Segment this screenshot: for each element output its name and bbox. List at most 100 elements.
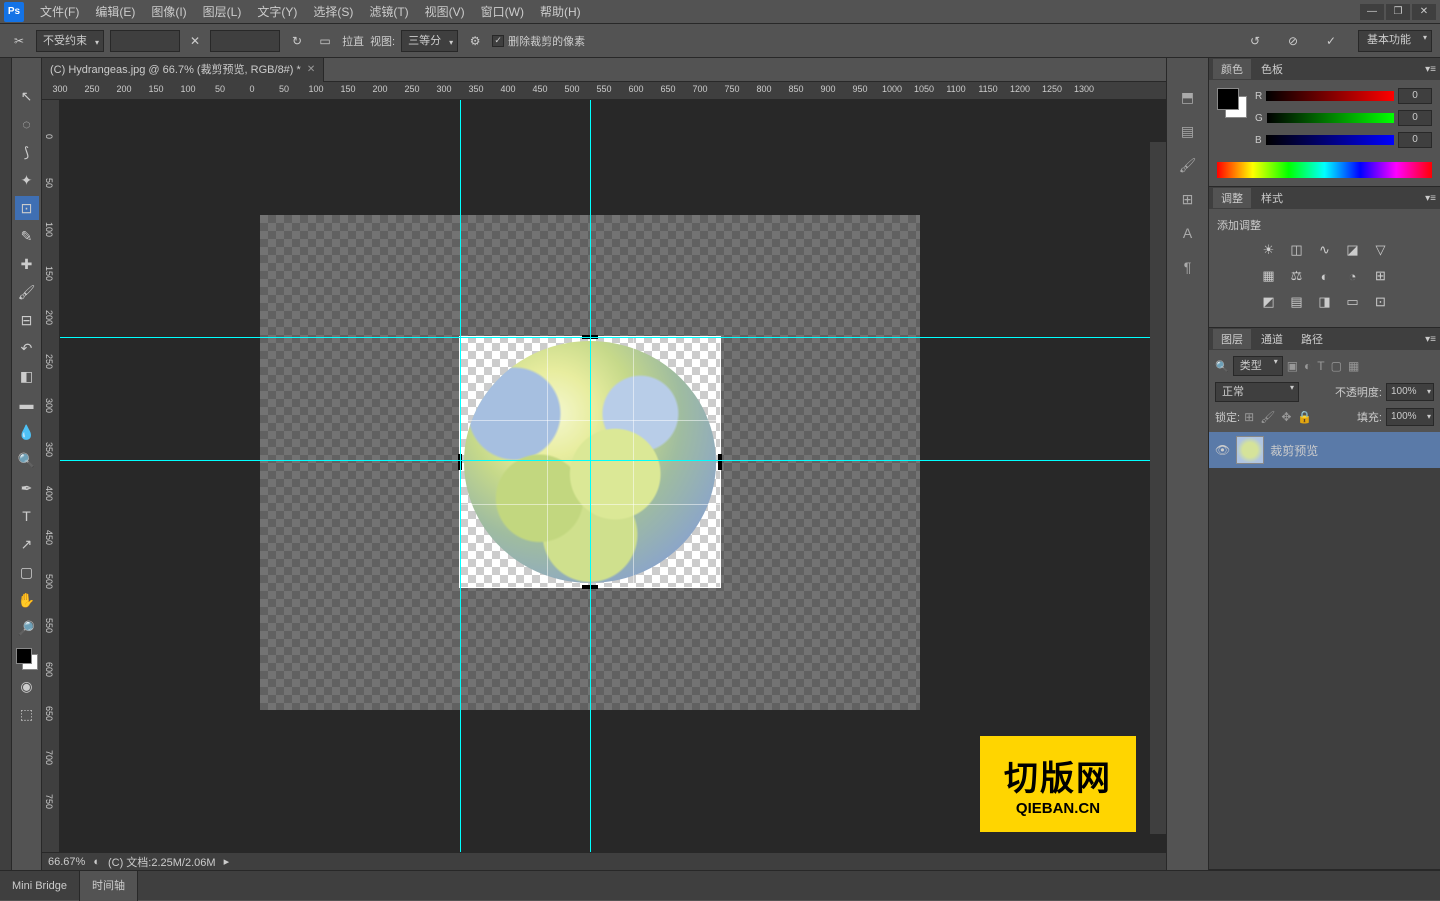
clear-icon[interactable]: ↻ [286,30,308,52]
lock-all-icon[interactable]: 🔒 [1297,410,1312,424]
color-preview[interactable] [1217,88,1247,118]
character-panel-icon[interactable]: A [1177,222,1199,244]
zoom-tool[interactable]: 🔎 [15,616,39,640]
filter-shape-icon[interactable]: ▢ [1331,359,1342,373]
layers-tab[interactable]: 图层 [1213,329,1251,349]
panel-menu-icon[interactable]: ▾≡ [1425,193,1436,204]
mini-bridge-tab[interactable]: Mini Bridge [0,871,80,901]
gradient-tool[interactable]: ▬ [15,392,39,416]
heal-tool[interactable]: ✚ [15,252,39,276]
workspace-select[interactable]: 基本功能 [1358,30,1432,52]
balance-icon[interactable]: ⚖ [1288,267,1306,285]
channel-mixer-icon[interactable]: ⊞ [1372,267,1390,285]
filter-adj-icon[interactable]: ◐ [1304,359,1311,373]
straighten-icon[interactable]: ▭ [314,30,336,52]
reset-icon[interactable]: ↺ [1244,30,1266,52]
lasso-tool[interactable]: ⟆ [15,140,39,164]
levels-icon[interactable]: ◫ [1288,241,1306,259]
adjustments-tab[interactable]: 调整 [1213,188,1251,208]
marquee-tool[interactable]: ◌ [15,112,39,136]
photo-filter-icon[interactable]: ◔ [1344,267,1362,285]
lock-pixels-icon[interactable]: 🖌 [1260,410,1275,424]
r-input[interactable]: 0 [1398,88,1432,104]
guide-horizontal[interactable] [60,460,1166,461]
posterize-icon[interactable]: ▤ [1288,293,1306,311]
shape-tool[interactable]: ▢ [15,560,39,584]
menu-view[interactable]: 视图(V) [417,0,473,24]
layer-row[interactable]: 👁 裁剪预览 [1209,432,1440,468]
lock-transparent-icon[interactable]: ⊞ [1244,410,1254,424]
crop-tool[interactable]: ⊡ [15,196,39,220]
document-tab[interactable]: (C) Hydrangeas.jpg @ 66.7% (裁剪预览, RGB/8#… [42,58,324,82]
menu-image[interactable]: 图像(I) [143,0,194,24]
eraser-tool[interactable]: ◧ [15,364,39,388]
swap-dimensions-icon[interactable]: ✕ [186,34,204,48]
cancel-icon[interactable]: ⊘ [1282,30,1304,52]
color-swatch[interactable] [16,648,38,670]
close-tab-icon[interactable]: ✕ [307,58,315,82]
aspect-constrain-select[interactable]: 不受约束 [36,30,104,52]
actions-panel-icon[interactable]: ▤ [1177,120,1199,142]
pen-tool[interactable]: ✒ [15,476,39,500]
r-slider[interactable] [1266,91,1394,101]
maximize-button[interactable]: ❐ [1386,4,1410,20]
paths-tab[interactable]: 路径 [1293,329,1331,349]
close-button[interactable]: ✕ [1412,4,1436,20]
hand-tool[interactable]: ✋ [15,588,39,612]
move-tool[interactable]: ↖ [15,84,39,108]
menu-edit[interactable]: 编辑(E) [87,0,143,24]
g-slider[interactable] [1267,113,1394,123]
height-input[interactable] [210,30,280,52]
guide-vertical[interactable] [460,100,461,852]
zoom-value[interactable]: 66.67% [48,856,85,868]
filter-type-icon[interactable]: T [1317,359,1324,373]
guide-vertical[interactable] [590,100,591,852]
zoom-slider-icon[interactable]: ◐ [93,856,100,868]
panel-menu-icon[interactable]: ▾≡ [1425,64,1436,75]
ruler-horizontal[interactable]: 3002502001501005005010015020025030035040… [42,82,1166,100]
b-slider[interactable] [1266,135,1394,145]
vertical-scrollbar[interactable] [1150,142,1166,834]
overlay-view-select[interactable]: 三等分 [401,30,458,52]
opacity-input[interactable]: 100% [1386,383,1434,401]
history-brush-tool[interactable]: ↶ [15,336,39,360]
blur-tool[interactable]: 💧 [15,420,39,444]
color-spectrum[interactable] [1217,162,1432,178]
menu-select[interactable]: 选择(S) [305,0,361,24]
quickmask-tool[interactable]: ◉ [15,674,39,698]
color-tab[interactable]: 颜色 [1213,59,1251,79]
g-input[interactable]: 0 [1398,110,1432,126]
brush-panel-icon[interactable]: 🖌 [1177,154,1199,176]
paragraph-panel-icon[interactable]: ¶ [1177,256,1199,278]
dodge-tool[interactable]: 🔍 [15,448,39,472]
crop-handle-e[interactable] [718,454,722,470]
width-input[interactable] [110,30,180,52]
ruler-vertical[interactable]: 0050100150200250300350400450500550600650… [42,100,60,852]
bw-icon[interactable]: ◐ [1316,267,1334,285]
timeline-tab[interactable]: 时间轴 [80,871,138,901]
blend-mode-select[interactable]: 正常 [1215,382,1299,402]
menu-help[interactable]: 帮助(H) [532,0,589,24]
styles-tab[interactable]: 样式 [1253,188,1291,208]
brush-tool[interactable]: 🖌 [15,280,39,304]
fill-input[interactable]: 100% [1386,408,1434,426]
layer-name[interactable]: 裁剪预览 [1270,442,1318,459]
invert-icon[interactable]: ◩ [1260,293,1278,311]
eyedropper-tool[interactable]: ✎ [15,224,39,248]
menu-layer[interactable]: 图层(L) [195,0,250,24]
commit-icon[interactable]: ✓ [1320,30,1342,52]
lock-position-icon[interactable]: ✥ [1281,410,1291,424]
screenmode-tool[interactable]: ⬚ [15,702,39,726]
delete-cropped-checkbox[interactable]: ✓ [492,35,504,47]
channels-tab[interactable]: 通道 [1253,329,1291,349]
menu-filter[interactable]: 滤镜(T) [361,0,416,24]
type-tool[interactable]: T [15,504,39,528]
visibility-icon[interactable]: 👁 [1215,443,1230,457]
stamp-tool[interactable]: ⊟ [15,308,39,332]
minimize-button[interactable]: — [1360,4,1384,20]
menu-file[interactable]: 文件(F) [32,0,87,24]
vibrance-icon[interactable]: ▽ [1372,241,1390,259]
brightness-icon[interactable]: ☀ [1260,241,1278,259]
layer-thumbnail[interactable] [1236,436,1264,464]
gradient-map-icon[interactable]: ▭ [1344,293,1362,311]
